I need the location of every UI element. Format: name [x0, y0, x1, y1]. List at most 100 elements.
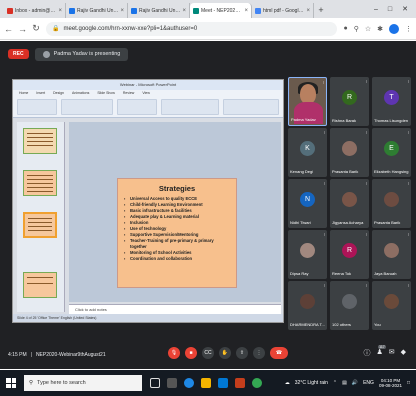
- slide-thumbnail-selected[interactable]: [23, 212, 57, 238]
- participant-name: Thomas Lisungden: [374, 118, 409, 123]
- camera-off-icon[interactable]: ■: [185, 347, 197, 359]
- ribbon-tab[interactable]: Design: [53, 91, 64, 95]
- ribbon-tab[interactable]: Home: [19, 91, 28, 95]
- task-view-icon[interactable]: [167, 378, 177, 388]
- participant-avatar: [300, 243, 315, 258]
- notes-field[interactable]: Click to add notes: [69, 304, 281, 314]
- address-bar: ← → ↻ 🔒 meet.google.com/hrn-xxnw-xxe?pli…: [0, 18, 416, 40]
- camera-icon[interactable]: ●: [343, 25, 347, 32]
- tray-arrow-icon[interactable]: ⌃: [333, 380, 337, 386]
- browser-tab[interactable]: Inbox - admin@gpoddr×: [4, 3, 66, 18]
- tab-close-icon[interactable]: ×: [58, 8, 62, 14]
- clock-date: 09-08-2021: [378, 383, 402, 388]
- participant-tile[interactable]: ⁝ Jigyansa Acharya: [330, 179, 369, 228]
- mic-off-icon[interactable]: 🎙: [168, 347, 180, 359]
- chrome-icon[interactable]: [252, 378, 262, 388]
- ribbon-tab[interactable]: Insert: [36, 91, 45, 95]
- browser-tab[interactable]: Rajiv Gandhi University×: [128, 3, 190, 18]
- tab-close-icon[interactable]: ×: [182, 8, 186, 14]
- mic-muted-icon: ⁝: [365, 283, 367, 288]
- ribbon-tab[interactable]: Review: [123, 91, 134, 95]
- participant-name: DHARMENDRA T...: [290, 322, 325, 327]
- captions-icon[interactable]: CC: [202, 347, 214, 359]
- participant-avatar: K: [300, 141, 315, 156]
- tab-close-icon[interactable]: ×: [244, 8, 248, 14]
- participant-tile[interactable]: ⁝ DHARMENDRA T...: [288, 281, 327, 330]
- close-window-button[interactable]: ✕: [402, 5, 408, 13]
- participant-name: Kenang Degi: [290, 169, 314, 174]
- network-icon[interactable]: ▤: [342, 380, 347, 386]
- participant-name: Reena Tok: [332, 271, 352, 276]
- more-options-icon[interactable]: ⋮: [253, 347, 265, 359]
- browser-tab[interactable]: Meet - NEP2020-Wc ×: [190, 3, 252, 18]
- participant-tile[interactable]: R ⁝ Reena Tok: [330, 230, 369, 279]
- participant-grid: ⁝ Padma Yadav R ⁝ Rishna Barak T ⁝ Thomas Lisun…: [288, 77, 412, 330]
- back-icon[interactable]: ←: [4, 24, 13, 34]
- people-icon[interactable]: ♟ 117: [376, 345, 386, 358]
- minimize-button[interactable]: –: [374, 6, 378, 13]
- participant-tile[interactable]: T ⁝ Thomas Lisungden: [372, 77, 411, 126]
- slide-thumbnail[interactable]: [23, 128, 57, 154]
- file-explorer-icon[interactable]: [201, 378, 211, 388]
- participant-tile[interactable]: ⁝ Dipsa Ray: [288, 230, 327, 279]
- participant-tile[interactable]: N ⁝ Nidhi Tiwari: [288, 179, 327, 228]
- participant-name: Rishna Barak: [332, 118, 357, 123]
- store-icon[interactable]: [218, 378, 228, 388]
- browser-tab[interactable]: Rajiv Gandhi Universit×: [66, 3, 128, 18]
- volume-icon[interactable]: 🔊: [352, 380, 358, 386]
- ppt-window-title: Webinar - Microsoft PowerPoint: [13, 80, 283, 90]
- browser-tab[interactable]: html pdf - Google Sear×: [252, 3, 314, 18]
- tab-close-icon[interactable]: ×: [120, 8, 124, 14]
- participant-tile[interactable]: ⁝ Jaya Baruah: [372, 230, 411, 279]
- ribbon-tab[interactable]: View: [142, 91, 150, 95]
- windows-start-icon[interactable]: [6, 378, 16, 388]
- current-slide: Strategies Universal Access to quality E…: [117, 178, 237, 288]
- ribbon-tab[interactable]: Slide Show: [97, 91, 115, 95]
- star-icon[interactable]: ☆: [365, 25, 371, 33]
- reload-icon[interactable]: ↻: [32, 23, 40, 34]
- info-icon[interactable]: ⓘ: [363, 348, 370, 358]
- shared-screen: Webinar - Microsoft PowerPoint Home Inser…: [12, 79, 284, 323]
- powerpoint-icon[interactable]: [235, 378, 245, 388]
- participant-name: Padma Yadav: [291, 117, 316, 122]
- slide-thumbnail[interactable]: [23, 272, 57, 298]
- system-tray: ☁ 32°C Light rain ⌃ ▤ 🔊 ENG 04:10 PM 09-…: [285, 378, 410, 388]
- present-icon[interactable]: ⇧: [236, 347, 248, 359]
- participant-tile[interactable]: K ⁝ Kenang Degi: [288, 128, 327, 177]
- slide-thumbnail[interactable]: [23, 170, 57, 196]
- presenting-banner: Padma Yadav is presenting: [34, 47, 129, 61]
- participant-tile[interactable]: ⁝ 102 others: [330, 281, 369, 330]
- menu-icon[interactable]: ⋮: [405, 25, 412, 33]
- participant-avatar: N: [300, 192, 315, 207]
- participant-tile[interactable]: E ⁝ Elizabeth Hangsing: [372, 128, 411, 177]
- extensions-icon[interactable]: ✱: [377, 25, 383, 33]
- ribbon-tab[interactable]: Animations: [72, 91, 89, 95]
- participant-name: Elizabeth Hangsing: [374, 169, 409, 174]
- participant-name: Dipsa Ray: [290, 271, 309, 276]
- notification-icon[interactable]: □: [407, 380, 410, 386]
- clock[interactable]: 04:10 PM 09-08-2021: [379, 378, 402, 388]
- maximize-button[interactable]: □: [388, 6, 392, 13]
- language-indicator[interactable]: ENG: [363, 380, 374, 386]
- url-field[interactable]: 🔒 meet.google.com/hrn-xxnw-xxe?pli=1&aut…: [46, 21, 338, 36]
- raise-hand-icon[interactable]: ✋: [219, 347, 231, 359]
- end-call-button[interactable]: ☎: [270, 347, 288, 359]
- participant-tile[interactable]: ⁝ Prasanta Barik: [372, 179, 411, 228]
- weather-text[interactable]: 32°C Light rain: [295, 380, 328, 386]
- zoom-icon[interactable]: ⚲: [354, 25, 359, 33]
- taskbar-search[interactable]: ⚲ Type here to search: [24, 375, 142, 391]
- profile-avatar[interactable]: [389, 23, 399, 34]
- forward-icon[interactable]: →: [18, 24, 27, 34]
- tab-close-icon[interactable]: ×: [306, 8, 310, 14]
- mic-muted-icon: ⁝: [407, 79, 409, 84]
- participant-tile[interactable]: ⁝ You: [372, 281, 411, 330]
- participant-name: Prasanta Barik: [374, 220, 401, 225]
- cortana-icon[interactable]: [150, 378, 160, 388]
- edge-icon[interactable]: [184, 378, 194, 388]
- participant-tile[interactable]: ⁝ Prasanta Barik: [330, 128, 369, 177]
- participant-tile[interactable]: R ⁝ Rishna Barak: [330, 77, 369, 126]
- chat-icon[interactable]: ✉: [389, 348, 395, 358]
- new-tab-button[interactable]: +: [314, 3, 328, 18]
- participant-tile[interactable]: ⁝ Padma Yadav: [288, 77, 327, 126]
- activities-icon[interactable]: ◆: [401, 348, 406, 358]
